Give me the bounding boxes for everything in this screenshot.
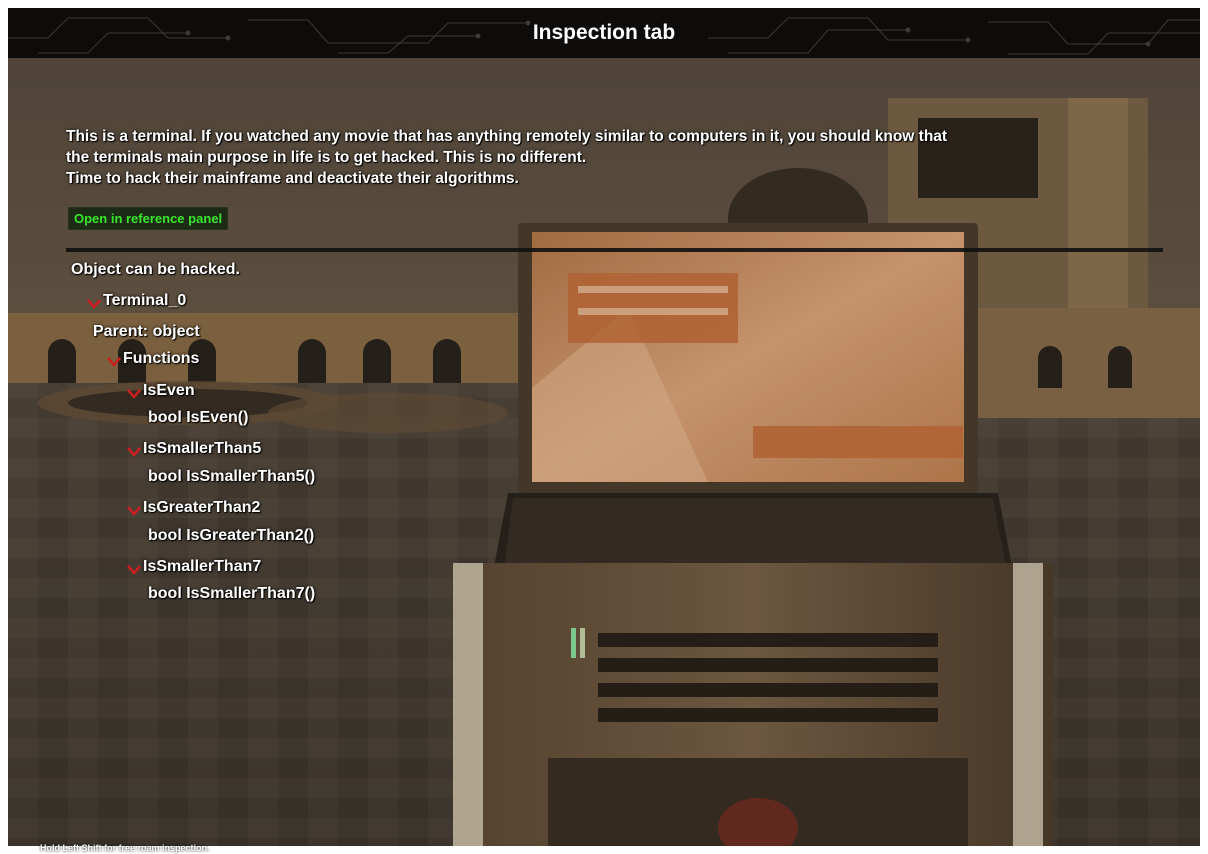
title-bar: Inspection tab	[8, 8, 1200, 58]
expand-arrow-icon[interactable]	[87, 299, 101, 309]
game-viewport[interactable]: Inspection tab This is a terminal. If yo…	[8, 8, 1200, 846]
window-title: Inspection tab	[532, 21, 676, 44]
expand-arrow-icon[interactable]	[127, 506, 141, 516]
tree-node-function[interactable]: IsGreaterThan2	[143, 499, 260, 517]
inspection-panel: This is a terminal. If you watched any m…	[8, 58, 1200, 846]
tree-node-function[interactable]: IsSmallerThan5	[143, 440, 261, 458]
function-signature: bool IsEven()	[148, 409, 249, 426]
tree-node-function[interactable]: IsSmallerThan7	[143, 558, 261, 576]
tree-node-function[interactable]: IsEven	[143, 382, 195, 400]
function-signature: bool IsSmallerThan7()	[148, 585, 316, 602]
tree-node-functions[interactable]: Functions	[123, 350, 199, 368]
description-line: the terminals main purpose in life is to…	[66, 149, 587, 166]
tree-node-object-name[interactable]: Terminal_0	[103, 292, 186, 310]
expand-arrow-icon[interactable]	[107, 357, 121, 367]
description-line: Time to hack their mainframe and deactiv…	[66, 170, 519, 187]
hack-status-text: Object can be hacked.	[71, 261, 240, 278]
expand-arrow-icon[interactable]	[127, 389, 141, 399]
expand-arrow-icon[interactable]	[127, 565, 141, 575]
function-signature: bool IsGreaterThan2()	[148, 527, 315, 544]
tree-node-parent: Parent: object	[93, 323, 200, 340]
description-line: This is a terminal. If you watched any m…	[66, 128, 948, 145]
controls-hint: Hold Left Shift for free roam inspection…	[40, 843, 210, 853]
open-reference-panel-button[interactable]: Open in reference panel	[68, 207, 229, 230]
section-divider	[66, 248, 1163, 252]
object-description: This is a terminal. If you watched any m…	[66, 126, 1176, 189]
function-signature: bool IsSmallerThan5()	[148, 468, 316, 485]
expand-arrow-icon[interactable]	[127, 447, 141, 457]
